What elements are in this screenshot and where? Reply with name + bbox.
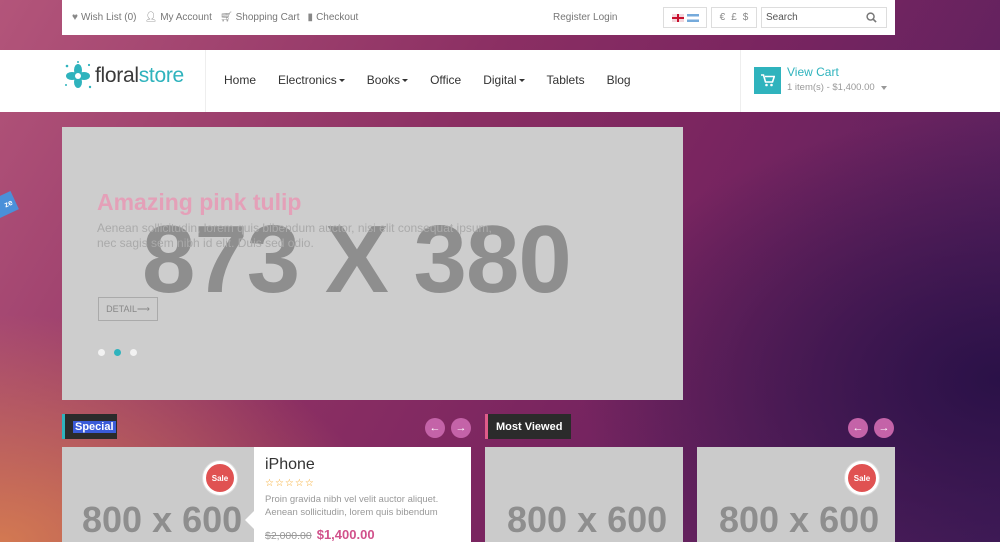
sale-badge: Sale xyxy=(203,461,237,495)
file-icon: ▮ xyxy=(307,12,314,23)
argentina-flag-icon[interactable] xyxy=(686,13,699,22)
header-divider xyxy=(740,50,741,112)
cart-icon xyxy=(760,74,775,87)
special-next-button[interactable]: → xyxy=(451,418,471,438)
arrow-left-icon: ← xyxy=(852,422,864,434)
nav-tablets[interactable]: Tablets xyxy=(547,73,585,87)
slide-detail-button[interactable]: DETAIL ⟶ xyxy=(98,297,158,321)
main-header: floralstore Home Electronics Books Offic… xyxy=(0,50,1000,112)
header-divider xyxy=(205,50,206,112)
wishlist-link[interactable]: ♥ Wish List (0) xyxy=(72,12,137,23)
product-description: Proin gravida nibh vel velit auctor aliq… xyxy=(265,494,439,518)
nav-books[interactable]: Books xyxy=(366,73,409,87)
heart-icon: ♥ xyxy=(72,12,78,23)
slider-dot[interactable] xyxy=(98,349,105,356)
most-viewed-prev-button[interactable]: ← xyxy=(848,418,868,438)
nav-label: Electronics xyxy=(278,73,337,87)
most-viewed-title-text: Most Viewed xyxy=(496,420,563,433)
nav-home[interactable]: Home xyxy=(224,73,256,87)
nav-label: Tablets xyxy=(546,73,585,87)
nav-label: Digital xyxy=(483,73,517,87)
nav-digital[interactable]: Digital xyxy=(483,73,525,87)
register-login-link[interactable]: Register Login xyxy=(553,12,617,23)
slider-dot[interactable] xyxy=(130,349,137,356)
nav-blog[interactable]: Blog xyxy=(607,73,631,87)
my-account-link[interactable]: 👤︎ My Account xyxy=(145,12,212,23)
caret-down-icon xyxy=(338,78,345,82)
most-viewed-product-image[interactable]: 800 x 600 xyxy=(485,447,683,542)
slide-title: Amazing pink tulip xyxy=(97,189,302,215)
top-bar: ♥ Wish List (0) 👤︎ My Account 🛒︎ Shopping C… xyxy=(62,0,895,35)
wishlist-label: Wish List (0) xyxy=(80,12,137,23)
caret-down-icon xyxy=(518,78,525,82)
special-title-text: Special xyxy=(73,420,116,433)
currency-dollar[interactable]: $ xyxy=(743,12,749,23)
checkout-link[interactable]: ▮ Checkout xyxy=(308,12,359,23)
slider-dots xyxy=(98,349,137,356)
hero-slider[interactable]: 873 X 380 Amazing pink tulip Aenean soll… xyxy=(62,127,683,400)
special-product-info: iPhone ☆☆☆☆☆ Proin gravida nibh vel veli… xyxy=(245,447,471,542)
account-label: My Account xyxy=(160,12,212,23)
caret-down-icon xyxy=(402,78,409,82)
arrow-left-icon: ← xyxy=(429,422,441,434)
search-box xyxy=(761,7,887,28)
side-tab-label: ze xyxy=(2,197,14,210)
language-switcher[interactable] xyxy=(663,7,707,28)
shopping-cart-link[interactable]: 🛒︎ Shopping Cart xyxy=(220,12,300,23)
cart-summary[interactable]: 1 item(s) - $1,400.00 xyxy=(787,82,887,93)
product-name[interactable]: iPhone xyxy=(265,456,460,474)
flower-logo-icon xyxy=(65,61,92,89)
arrow-right-icon: → xyxy=(878,422,890,434)
logo-text-floral: floral xyxy=(95,64,139,87)
old-price: $2,000.00 xyxy=(265,530,312,542)
cart-icon: 🛒︎ xyxy=(219,12,233,23)
special-section-title: Special xyxy=(62,414,117,439)
currency-pound[interactable]: £ xyxy=(731,12,737,23)
view-cart-link[interactable]: View Cart xyxy=(787,65,839,79)
nav-label: Blog xyxy=(606,73,631,87)
logo-text: floralstore xyxy=(95,64,184,88)
cart-summary-text: 1 item(s) - $1,400.00 xyxy=(787,82,875,93)
nav-label: Books xyxy=(366,73,401,87)
checkout-label: Checkout xyxy=(316,12,359,23)
product-image-placeholder: 800 x 600 xyxy=(507,499,668,540)
main-nav: Home Electronics Books Office Digital Ta… xyxy=(224,73,653,87)
currency-switcher[interactable]: € £ $ xyxy=(711,7,757,28)
cart-label: Shopping Cart xyxy=(235,12,300,23)
most-viewed-section-title: Most Viewed xyxy=(485,414,571,439)
logo[interactable]: floralstore xyxy=(63,60,184,92)
nav-label: Home xyxy=(224,73,257,87)
rating-stars: ☆☆☆☆☆ xyxy=(265,478,315,489)
product-prices: $2,000.00 $1,400.00 xyxy=(265,527,460,542)
nav-electronics[interactable]: Electronics xyxy=(278,73,345,87)
nav-office[interactable]: Office xyxy=(430,73,461,87)
sale-badge: Sale xyxy=(845,461,879,495)
slide-description: Aenean sollicitudin, lorem quis bibendum… xyxy=(97,221,492,250)
sale-badge-text: Sale xyxy=(211,473,229,483)
slider-dot-active[interactable] xyxy=(114,349,121,356)
special-prev-button[interactable]: ← xyxy=(425,418,445,438)
arrow-right-icon: ⟶ xyxy=(136,303,150,314)
search-input[interactable] xyxy=(766,12,866,23)
detail-label: DETAIL xyxy=(106,304,137,314)
product-image-placeholder: 800 x 600 xyxy=(82,499,243,540)
user-icon: 👤︎ xyxy=(144,12,158,23)
english-flag-icon[interactable] xyxy=(671,13,684,22)
nav-label: Office xyxy=(430,73,462,87)
currency-euro[interactable]: € xyxy=(720,12,726,23)
top-links: ♥ Wish List (0) 👤︎ My Account 🛒︎ Shopping C… xyxy=(72,12,358,23)
sale-price: $1,400.00 xyxy=(316,527,375,542)
product-image-placeholder: 800 x 600 xyxy=(719,499,880,540)
search-icon[interactable] xyxy=(866,12,877,23)
arrow-right-icon: → xyxy=(455,422,467,434)
most-viewed-next-button[interactable]: → xyxy=(874,418,894,438)
caret-down-icon xyxy=(880,85,887,90)
cart-button[interactable] xyxy=(754,67,781,94)
sale-badge-text: Sale xyxy=(853,473,871,483)
logo-text-store: store xyxy=(138,64,184,87)
